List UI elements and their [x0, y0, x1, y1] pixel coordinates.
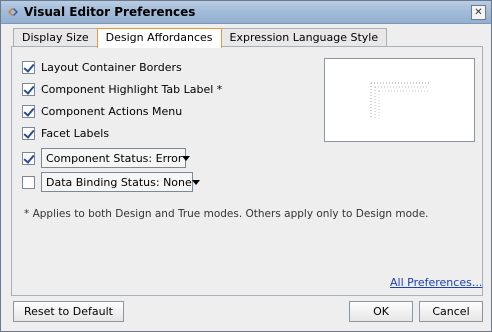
data-binding-status-row: Data Binding Status: None: [22, 172, 200, 192]
container-borders-preview-graphic: [370, 82, 429, 119]
jdeveloper-app-icon: [8, 8, 18, 16]
option-label: Component Highlight Tab Label *: [41, 83, 223, 96]
close-icon: ✕: [474, 7, 483, 18]
facet-labels-checkbox[interactable]: [22, 127, 35, 140]
data-binding-status-checkbox[interactable]: [22, 175, 35, 189]
option-label: Layout Container Borders: [41, 61, 182, 74]
tab-panel: Layout Container Borders Component Highl…: [11, 46, 483, 296]
data-binding-status-dropdown[interactable]: Data Binding Status: None: [41, 172, 200, 192]
option-label: Facet Labels: [41, 127, 110, 140]
all-preferences-link[interactable]: All Preferences...: [390, 276, 482, 289]
component-status-checkbox[interactable]: [22, 151, 35, 165]
option-component-actions-menu[interactable]: Component Actions Menu: [22, 105, 182, 118]
cancel-button[interactable]: Cancel: [419, 301, 483, 322]
option-component-highlight-tab-label[interactable]: Component Highlight Tab Label *: [22, 83, 222, 96]
option-layout-container-borders[interactable]: Layout Container Borders: [22, 61, 182, 74]
modes-footnote: * Applies to both Design and True modes.…: [24, 208, 429, 220]
component-status-row: Component Status: Error: [22, 148, 191, 168]
component-actions-menu-checkbox[interactable]: [22, 105, 35, 118]
component-status-dropdown[interactable]: Component Status: Error: [41, 148, 191, 168]
reset-to-default-button[interactable]: Reset to Default: [13, 301, 124, 322]
component-highlight-tab-label-checkbox[interactable]: [22, 83, 35, 96]
window-title: Visual Editor Preferences: [24, 5, 196, 19]
title-bar: Visual Editor Preferences ✕: [1, 1, 491, 24]
ok-button[interactable]: OK: [349, 301, 413, 322]
tab-expression-language-style[interactable]: Expression Language Style: [220, 28, 388, 47]
close-button[interactable]: ✕: [471, 5, 486, 20]
affordance-preview: [324, 58, 475, 142]
layout-container-borders-checkbox[interactable]: [22, 61, 35, 74]
data-binding-status-value: Data Binding Status: None: [46, 175, 192, 189]
tab-display-size[interactable]: Display Size: [13, 28, 98, 47]
component-status-value: Component Status: Error: [46, 151, 183, 165]
preferences-dialog: Visual Editor Preferences ✕ Display Size…: [0, 0, 492, 332]
option-label: Component Actions Menu: [41, 105, 183, 118]
chevron-down-icon: [182, 155, 191, 161]
option-facet-labels[interactable]: Facet Labels: [22, 127, 109, 140]
tab-strip: Display Size Design Affordances Expressi…: [13, 28, 388, 48]
tab-design-affordances[interactable]: Design Affordances: [96, 28, 222, 48]
chevron-down-icon: [191, 179, 200, 185]
